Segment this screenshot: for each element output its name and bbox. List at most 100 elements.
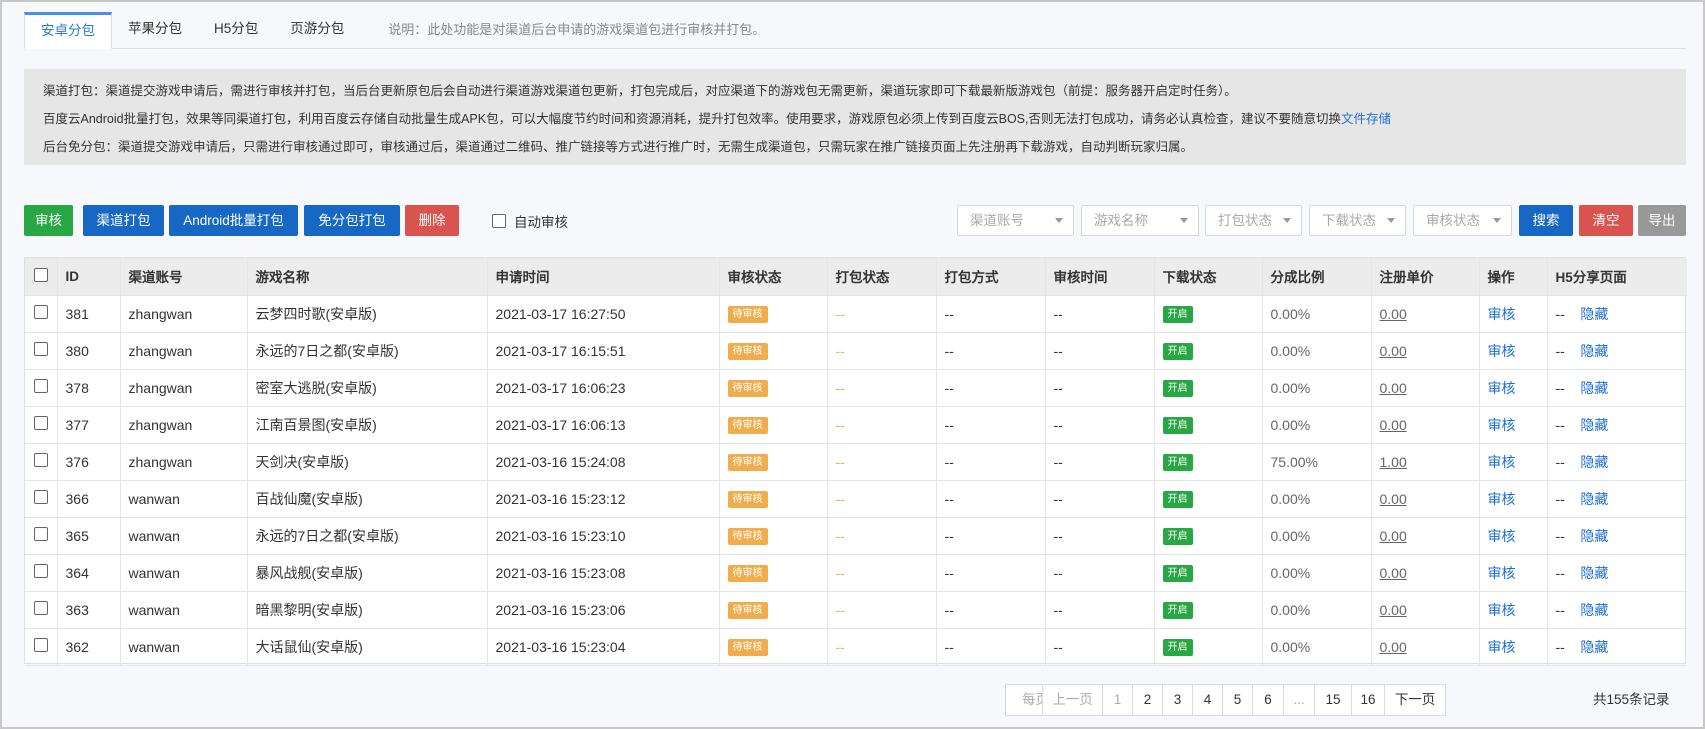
download-status-badge[interactable]: 开启 (1162, 602, 1193, 619)
hide-link[interactable]: 隐藏 (1580, 602, 1608, 618)
filter-game-name[interactable]: 游戏名称 (1081, 205, 1199, 236)
filter-review-status[interactable]: 审核状态 (1413, 205, 1512, 236)
row-select-cell[interactable] (25, 480, 58, 518)
cell-reg-price: 1.00 (1371, 443, 1480, 481)
reg-price-value[interactable]: 0.00 (1380, 417, 1407, 433)
row-review-link[interactable]: 审核 (1488, 528, 1516, 544)
hide-link[interactable]: 隐藏 (1580, 380, 1608, 396)
page-3[interactable]: 3 (1163, 684, 1193, 716)
select-all-cell[interactable] (25, 258, 58, 296)
no-pack-button[interactable]: 免分包打包 (304, 205, 400, 236)
export-button[interactable]: 导出 (1638, 205, 1686, 236)
row-review-link[interactable]: 审核 (1488, 602, 1516, 618)
download-status-badge[interactable]: 开启 (1162, 639, 1193, 656)
filter-channel-account[interactable]: 渠道账号 (957, 205, 1074, 236)
row-review-link[interactable]: 审核 (1488, 417, 1516, 433)
tab-h5[interactable]: H5分包 (198, 11, 274, 48)
row-select-cell[interactable] (25, 443, 58, 481)
hide-link[interactable]: 隐藏 (1580, 565, 1608, 581)
row-checkbox[interactable] (33, 601, 48, 615)
cell-reg-price: 0.00 (1371, 517, 1480, 555)
row-select-cell[interactable] (25, 369, 58, 407)
cell-game: 百战仙魔(安卓版) (247, 480, 488, 518)
row-checkbox[interactable] (33, 379, 48, 393)
page-6[interactable]: 6 (1253, 684, 1284, 716)
download-status-badge[interactable]: 开启 (1162, 380, 1193, 397)
row-review-link[interactable]: 审核 (1488, 306, 1516, 322)
col-action: 操作 (1479, 258, 1548, 296)
reg-price-value[interactable]: 0.00 (1380, 380, 1407, 396)
hide-link[interactable]: 隐藏 (1580, 639, 1608, 655)
reg-price-value[interactable]: 0.00 (1380, 639, 1407, 655)
row-select-cell[interactable] (25, 517, 58, 555)
reg-price-value[interactable]: 0.00 (1380, 602, 1407, 618)
download-status-badge[interactable]: 开启 (1162, 565, 1193, 582)
hide-link[interactable]: 隐藏 (1580, 417, 1608, 433)
reg-price-value[interactable]: 0.00 (1380, 491, 1407, 507)
tab-ios[interactable]: 苹果分包 (112, 11, 198, 48)
hide-link[interactable]: 隐藏 (1580, 491, 1608, 507)
page-4[interactable]: 4 (1193, 684, 1223, 716)
auto-review-toggle[interactable]: 自动审核 (492, 212, 568, 230)
row-review-link[interactable]: 审核 (1488, 380, 1516, 396)
hide-link[interactable]: 隐藏 (1580, 306, 1608, 322)
row-select-cell[interactable] (25, 406, 58, 444)
row-review-link[interactable]: 审核 (1488, 639, 1516, 655)
review-button[interactable]: 审核 (24, 205, 73, 236)
row-checkbox[interactable] (33, 342, 48, 356)
cell-account: zhangwan (120, 332, 248, 370)
row-checkbox[interactable] (33, 416, 48, 430)
download-status-badge[interactable]: 开启 (1162, 454, 1193, 471)
delete-button[interactable]: 删除 (405, 205, 459, 236)
row-select-cell[interactable] (25, 554, 58, 592)
cell-review-status: 待审核 (719, 628, 828, 666)
row-checkbox[interactable] (33, 453, 48, 467)
next-page-button[interactable]: 下一页 (1385, 684, 1446, 716)
download-status-badge[interactable]: 开启 (1162, 417, 1193, 434)
download-status-badge[interactable]: 开启 (1162, 343, 1193, 360)
row-review-link[interactable]: 审核 (1488, 343, 1516, 359)
reg-price-value[interactable]: 0.00 (1380, 565, 1407, 581)
android-batch-pack-button[interactable]: Android批量打包 (169, 205, 298, 236)
hide-link[interactable]: 隐藏 (1580, 454, 1608, 470)
prev-page-button[interactable]: 上一页 (1042, 684, 1103, 716)
reg-price-value[interactable]: 0.00 (1380, 343, 1407, 359)
download-status-badge[interactable]: 开启 (1162, 491, 1193, 508)
page-1[interactable]: 1 (1103, 684, 1133, 716)
row-checkbox[interactable] (33, 638, 48, 652)
reg-price-value[interactable]: 0.00 (1380, 306, 1407, 322)
hide-link[interactable]: 隐藏 (1580, 343, 1608, 359)
auto-review-checkbox[interactable] (492, 214, 506, 228)
row-review-link[interactable]: 审核 (1488, 565, 1516, 581)
row-select-cell[interactable] (25, 591, 58, 629)
search-button[interactable]: 搜索 (1519, 205, 1573, 236)
row-select-cell[interactable] (25, 628, 58, 666)
row-review-link[interactable]: 审核 (1488, 491, 1516, 507)
clear-button[interactable]: 清空 (1579, 205, 1633, 236)
download-status-badge[interactable]: 开启 (1162, 306, 1193, 323)
channel-pack-button[interactable]: 渠道打包 (83, 205, 164, 236)
filter-download-status[interactable]: 下载状态 (1309, 205, 1406, 236)
row-select-cell[interactable] (25, 332, 58, 370)
page-16[interactable]: 16 (1352, 684, 1385, 716)
row-select-cell[interactable] (25, 295, 58, 333)
page-5[interactable]: 5 (1223, 684, 1253, 716)
page-ellipsis[interactable]: ... (1284, 684, 1315, 716)
row-checkbox[interactable] (33, 490, 48, 504)
hide-link[interactable]: 隐藏 (1580, 528, 1608, 544)
select-all-checkbox[interactable] (33, 267, 48, 282)
reg-price-value[interactable]: 1.00 (1380, 454, 1407, 470)
page-15[interactable]: 15 (1315, 684, 1352, 716)
tab-webgame[interactable]: 页游分包 (274, 11, 360, 48)
reg-price-value[interactable]: 0.00 (1380, 528, 1407, 544)
pack-status-value: -- (835, 564, 845, 581)
row-review-link[interactable]: 审核 (1488, 454, 1516, 470)
file-storage-link[interactable]: 文件存储 (1341, 112, 1391, 126)
row-checkbox[interactable] (33, 527, 48, 541)
row-checkbox[interactable] (33, 305, 48, 319)
row-checkbox[interactable] (33, 564, 48, 578)
tab-android[interactable]: 安卓分包 (24, 12, 112, 49)
download-status-badge[interactable]: 开启 (1162, 528, 1193, 545)
page-2[interactable]: 2 (1133, 684, 1163, 716)
filter-pack-status[interactable]: 打包状态 (1205, 205, 1302, 236)
